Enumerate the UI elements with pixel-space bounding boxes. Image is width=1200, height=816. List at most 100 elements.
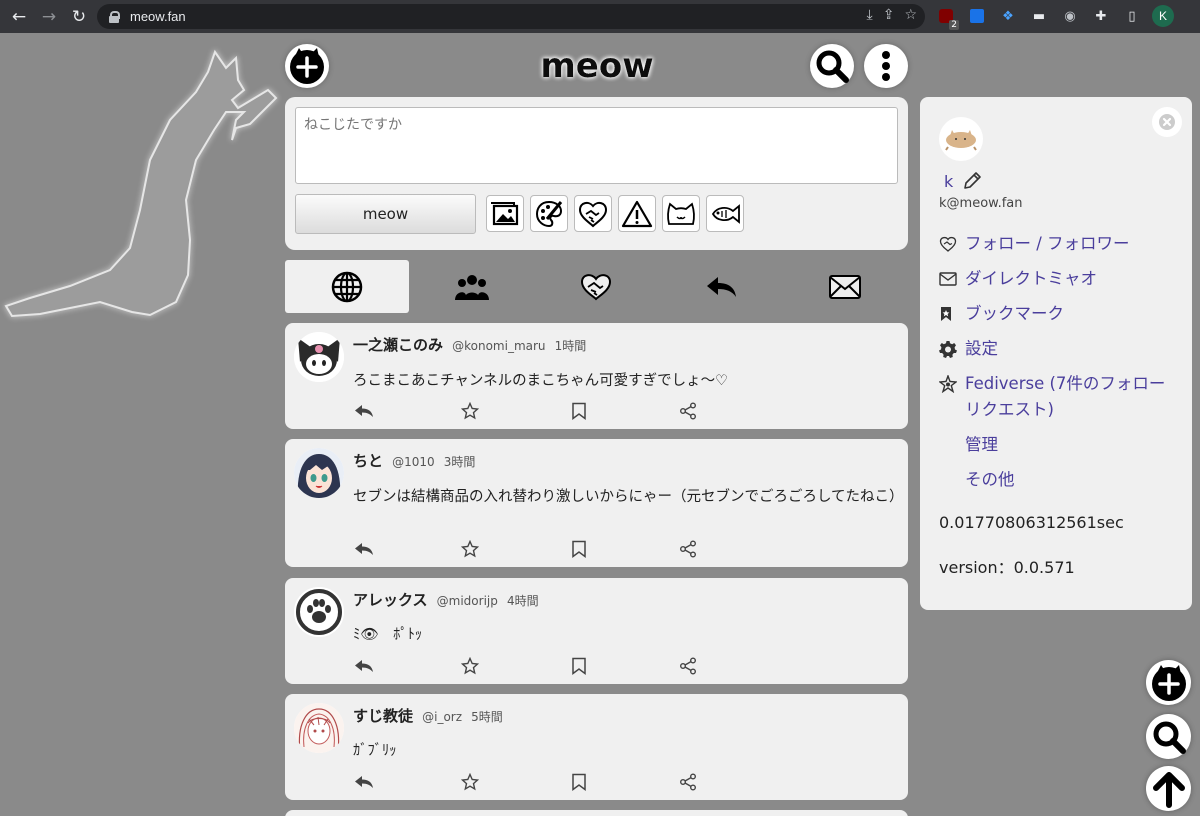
tab-global[interactable]	[285, 260, 409, 313]
puzzle-extensions-icon[interactable]: ✚	[1090, 5, 1112, 27]
search-button[interactable]	[810, 44, 854, 88]
share-button[interactable]	[677, 772, 699, 792]
post-author-handle[interactable]: @i_orz	[422, 710, 462, 724]
menu-follow-follower[interactable]: フォロー / フォロワー	[939, 231, 1175, 257]
bookmark-icon	[572, 773, 586, 791]
download-extension-icon[interactable]	[966, 5, 988, 27]
favorite-button[interactable]	[459, 401, 481, 421]
avatar[interactable]	[294, 703, 344, 753]
reply-icon	[355, 543, 373, 555]
follower-only-button[interactable]	[574, 195, 612, 232]
bookmark-button[interactable]	[568, 401, 590, 421]
cat-emoji-button[interactable]	[662, 195, 700, 232]
post-author-name[interactable]: ちと	[353, 452, 383, 470]
ublock-extension-icon[interactable]: 2	[935, 5, 959, 30]
camera-extension-icon[interactable]: ◉	[1059, 5, 1081, 27]
group-icon	[455, 274, 489, 300]
bookmark-icon	[572, 657, 586, 675]
avatar[interactable]	[294, 587, 344, 637]
reload-button[interactable]: ↻	[68, 6, 90, 28]
post-author-name[interactable]: アレックス	[353, 591, 428, 609]
share-icon	[680, 540, 696, 558]
post-text: ｶﾞﾌﾞﾘｯ	[353, 743, 397, 759]
favorite-button[interactable]	[459, 656, 481, 676]
share-icon	[680, 773, 696, 791]
share-icon[interactable]: ⇪	[883, 7, 895, 23]
floating-search-button[interactable]	[1146, 714, 1191, 759]
reply-button[interactable]	[353, 401, 375, 421]
profile-display-name[interactable]: k	[944, 172, 953, 191]
post-composer: meow	[285, 97, 908, 250]
favorite-button[interactable]	[459, 772, 481, 792]
menu-settings[interactable]: 設定	[939, 336, 1175, 362]
meow-submit-button[interactable]: meow	[295, 194, 476, 234]
handshake-icon	[939, 236, 957, 252]
reply-button[interactable]	[353, 772, 375, 792]
menu-fediverse[interactable]: Fediverse (7件のフォローリクエスト)	[939, 371, 1175, 423]
fish-button[interactable]	[706, 195, 744, 232]
star-icon	[461, 402, 479, 420]
logo-text: meow	[540, 46, 653, 86]
close-panel-button[interactable]	[1152, 107, 1182, 137]
share-button[interactable]	[677, 656, 699, 676]
post-author-handle[interactable]: @midorijp	[437, 594, 498, 608]
bread-cat-avatar-image	[945, 130, 977, 151]
floating-new-post-button[interactable]	[1146, 660, 1191, 705]
share-button[interactable]	[677, 539, 699, 559]
forward-button[interactable]: →	[38, 6, 60, 28]
share-button[interactable]	[677, 401, 699, 421]
new-post-button[interactable]	[285, 44, 329, 88]
address-bar[interactable]: meow.fan ⤓ ⇪ ☆	[97, 4, 925, 29]
post-author-name[interactable]: 一之瀬このみ	[353, 336, 443, 354]
post-author-handle[interactable]: @konomi_maru	[452, 339, 545, 353]
menu-other[interactable]: その他	[939, 467, 1175, 493]
menu-direct-meow[interactable]: ダイレクトミャオ	[939, 266, 1175, 292]
attach-image-button[interactable]	[486, 195, 524, 232]
sketch-girl-avatar-image	[294, 703, 344, 753]
avatar[interactable]	[939, 117, 983, 161]
folder-extension-icon[interactable]: ▬	[1028, 5, 1050, 27]
more-menu-button[interactable]	[864, 44, 908, 88]
post-author-name[interactable]: すじ教徒	[353, 707, 413, 725]
post-author-handle[interactable]: @1010	[392, 455, 435, 469]
edit-profile-button[interactable]	[961, 170, 983, 196]
bookmark-button[interactable]	[568, 656, 590, 676]
favorite-button[interactable]	[459, 539, 481, 559]
extension-badge: 2	[949, 20, 959, 30]
reply-button[interactable]	[353, 539, 375, 559]
tab-replies[interactable]	[659, 260, 783, 313]
content-warning-button[interactable]	[618, 195, 656, 232]
draw-button[interactable]	[530, 195, 568, 232]
post-textarea[interactable]	[295, 107, 898, 184]
post-timestamp[interactable]: 1時間	[555, 339, 587, 353]
dropbox-extension-icon[interactable]: ❖	[997, 5, 1019, 27]
reply-button[interactable]	[353, 656, 375, 676]
star-icon	[461, 773, 479, 791]
close-icon	[1159, 114, 1175, 130]
bookmark-star-icon[interactable]: ☆	[904, 7, 917, 23]
side-panel-icon[interactable]: ▯	[1121, 5, 1143, 27]
profile-avatar[interactable]: K	[1152, 5, 1174, 27]
post-timestamp[interactable]: 4時間	[507, 594, 539, 608]
bookmark-button[interactable]	[568, 772, 590, 792]
menu-bookmarks[interactable]: ブックマーク	[939, 301, 1175, 327]
install-app-icon[interactable]: ⤓	[867, 7, 873, 23]
scroll-to-top-button[interactable]	[1146, 766, 1191, 811]
tab-direct-messages[interactable]	[783, 260, 907, 313]
menu-admin[interactable]: 管理	[939, 432, 1175, 458]
post-timestamp[interactable]: 5時間	[471, 710, 503, 724]
bookmark-button[interactable]	[568, 539, 590, 559]
post-timestamp[interactable]: 3時間	[444, 455, 476, 469]
profile-account: k@meow.fan	[939, 196, 1023, 211]
pencil-icon	[964, 172, 981, 189]
warning-icon	[621, 200, 653, 227]
back-button[interactable]: ←	[8, 6, 30, 28]
avatar[interactable]	[294, 448, 344, 498]
post-text: ろこまこあこチャンネルのまこちゃん可愛すぎでしょ～♡	[353, 373, 729, 389]
share-icon	[680, 657, 696, 675]
avatar[interactable]	[294, 332, 344, 382]
tab-following[interactable]	[534, 260, 658, 313]
version-text: version：0.0.571	[939, 558, 1075, 577]
gear-icon	[939, 341, 957, 358]
tab-local[interactable]	[410, 260, 534, 313]
